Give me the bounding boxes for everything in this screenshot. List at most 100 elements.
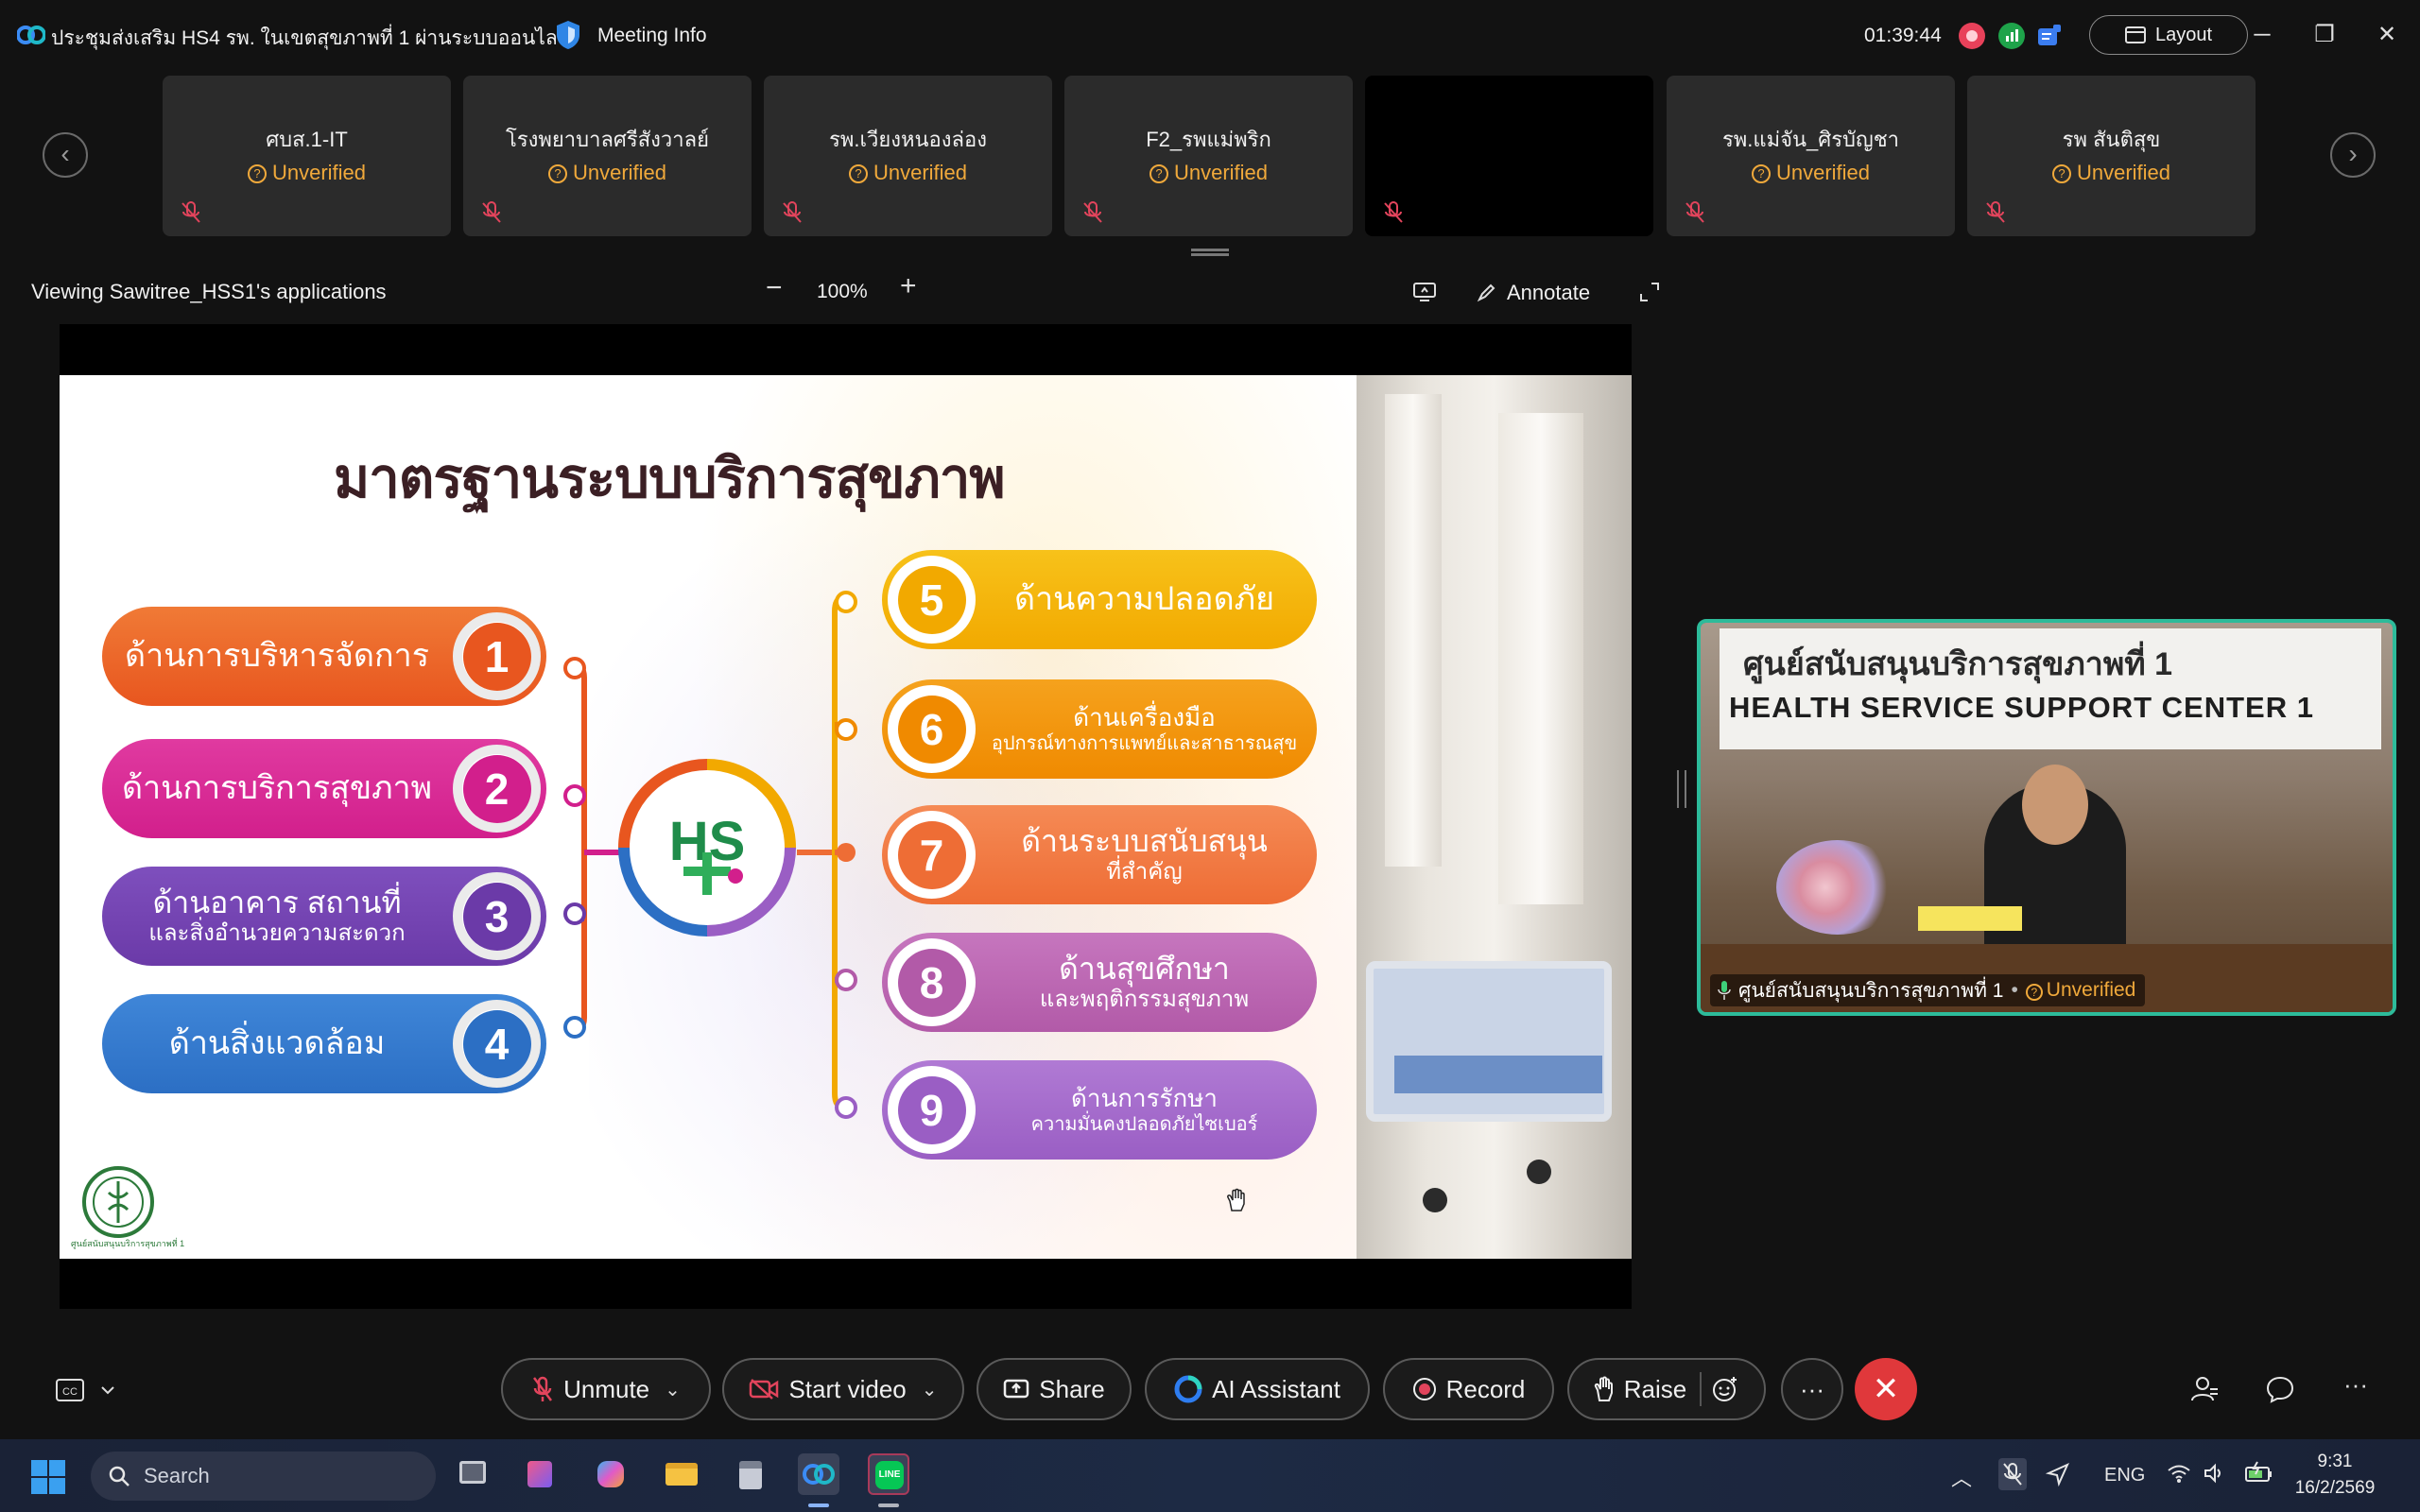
expand-icon[interactable] bbox=[1639, 282, 1660, 302]
wifi-icon[interactable] bbox=[2167, 1462, 2191, 1485]
question-icon: ? bbox=[247, 164, 267, 183]
zoom-level[interactable]: 100% bbox=[817, 281, 868, 303]
more-options-button[interactable]: ··· bbox=[1781, 1358, 1843, 1420]
standard-number: 2 bbox=[462, 754, 531, 823]
participant-tile[interactable]: โรงพยาบาลศรีสังวาลย์ ? Unverified bbox=[463, 76, 752, 236]
record-button[interactable]: Record bbox=[1383, 1358, 1554, 1420]
copilot-icon[interactable] bbox=[590, 1453, 631, 1495]
pen-icon bbox=[1477, 284, 1495, 302]
banner-thai-text: ศูนย์สนับสนุนบริการสุขภาพที่ 1 bbox=[1743, 646, 2173, 682]
title-bar: ประชุมส่งเสริม HS4 รพ. ในเขตสุขภาพที่ 1 … bbox=[0, 0, 2420, 74]
standard-item-title: ด้านการบริหารจัดการ bbox=[125, 637, 429, 674]
strip-resize-handle[interactable] bbox=[1191, 249, 1229, 256]
standard-number-badge: 5 bbox=[888, 556, 976, 644]
muted-mic-icon bbox=[1083, 201, 1102, 223]
unverified-badge: ? Unverified bbox=[1667, 161, 1955, 185]
muted-mic-icon bbox=[1685, 201, 1704, 223]
reactions-icon[interactable] bbox=[1711, 1375, 1739, 1403]
moph-emblem-icon bbox=[82, 1166, 154, 1238]
volume-icon[interactable] bbox=[2203, 1462, 2225, 1485]
meeting-info-link[interactable]: Meeting Info bbox=[597, 25, 707, 47]
question-icon: ? bbox=[547, 164, 567, 183]
ai-assistant-label: AI Assistant bbox=[1212, 1374, 1340, 1403]
start-video-button[interactable]: Start video ⌄ bbox=[722, 1358, 964, 1420]
flower-arrangement bbox=[1776, 840, 1899, 935]
webex-taskbar-icon[interactable] bbox=[798, 1453, 839, 1495]
input-language[interactable]: ENG bbox=[2104, 1465, 2145, 1486]
annotate-button[interactable]: Annotate bbox=[1507, 281, 1590, 305]
standard-number: 1 bbox=[462, 622, 531, 691]
chevron-down-icon[interactable]: ⌄ bbox=[922, 1378, 938, 1401]
ai-assistant-button[interactable]: AI Assistant bbox=[1145, 1358, 1370, 1420]
participant-tile[interactable]: รพ.เวียงหนองล่อง ? Unverified bbox=[764, 76, 1052, 236]
participants-icon[interactable] bbox=[2189, 1374, 2220, 1404]
standard-item-label: ด้านการบริหารจัดการ bbox=[121, 607, 433, 706]
standard-number: 3 bbox=[462, 882, 531, 951]
participant-tile[interactable]: ศบส.1-IT ? Unverified bbox=[163, 76, 451, 236]
question-icon: ? bbox=[848, 164, 868, 183]
unverified-badge: ? Unverified bbox=[463, 161, 752, 185]
standard-item-title: ด้านความปลอดภัย bbox=[1013, 581, 1274, 618]
standard-item-label: ด้านสิ่งแวดล้อม bbox=[121, 994, 433, 1093]
participant-tile[interactable]: รพ.แม่จัน_ศิรบัญชา ? Unverified bbox=[1667, 76, 1955, 236]
more-panels-icon[interactable]: ··· bbox=[2341, 1370, 2371, 1400]
share-button[interactable]: Share bbox=[977, 1358, 1132, 1420]
windows-start-icon[interactable] bbox=[30, 1459, 66, 1495]
mic-icon bbox=[1718, 981, 1731, 1000]
line-app-icon[interactable]: LINE bbox=[868, 1453, 909, 1495]
layout-label: Layout bbox=[2154, 24, 2213, 45]
standard-number-badge: 1 bbox=[453, 612, 541, 700]
strip-next-button[interactable]: › bbox=[2330, 132, 2376, 178]
close-icon[interactable]: ✕ bbox=[2373, 21, 2401, 49]
participant-name: รพ.เวียงหนองล่อง bbox=[829, 128, 987, 151]
calculator-icon[interactable] bbox=[730, 1453, 771, 1495]
standard-item-subtitle: อุปกรณ์ทางการแพทย์และสาธารณสุข bbox=[991, 733, 1298, 755]
layout-button[interactable]: Layout bbox=[2089, 15, 2248, 55]
hospital-ward-photo bbox=[1357, 375, 1632, 1259]
active-speaker-tile[interactable]: ศูนย์สนับสนุนบริการสุขภาพที่ 1 HEALTH SE… bbox=[1697, 619, 2396, 1016]
zoom-in-button[interactable]: + bbox=[900, 270, 917, 302]
close-icon: ✕ bbox=[1872, 1371, 1900, 1407]
active-app-indicator bbox=[808, 1503, 829, 1507]
snipping-tool-icon[interactable] bbox=[520, 1453, 562, 1495]
strip-prev-button[interactable]: ‹ bbox=[43, 132, 88, 178]
standard-item-title: ด้านระบบสนับสนุน bbox=[1021, 823, 1268, 858]
participant-name: ศบส.1-IT bbox=[266, 128, 348, 151]
hand-cursor-icon bbox=[1227, 1188, 1245, 1211]
mic-muted-tray-icon[interactable] bbox=[1998, 1458, 2027, 1490]
participant-tile[interactable]: F2_รพแม่พริก ? Unverified bbox=[1064, 76, 1353, 236]
unverified-badge: ? Unverified bbox=[163, 161, 451, 185]
restore-icon[interactable]: ❐ bbox=[2310, 21, 2339, 49]
leave-meeting-button[interactable]: ✕ bbox=[1855, 1358, 1917, 1420]
slido-icon[interactable] bbox=[2036, 23, 2063, 49]
chevron-down-icon[interactable]: ⌄ bbox=[665, 1378, 681, 1401]
shield-icon[interactable] bbox=[554, 19, 582, 51]
system-clock[interactable]: 9:31 16/2/2569 bbox=[2269, 1449, 2401, 1502]
zoom-out-button[interactable]: − bbox=[766, 272, 783, 304]
muted-mic-icon bbox=[533, 1376, 553, 1401]
closed-captions-button[interactable]: CC bbox=[55, 1376, 121, 1404]
raise-hand-button[interactable]: Raise bbox=[1567, 1358, 1766, 1420]
minimize-icon[interactable]: ─ bbox=[2248, 21, 2276, 49]
screen-share-options-icon[interactable] bbox=[1412, 282, 1437, 302]
network-stats-icon[interactable] bbox=[1998, 23, 2025, 49]
chat-icon[interactable] bbox=[2265, 1374, 2295, 1404]
taskbar-search[interactable]: Search bbox=[91, 1452, 436, 1501]
standard-item-label: ด้านระบบสนับสนุน ที่สำคัญ bbox=[986, 805, 1303, 904]
participant-tile[interactable]: รพ สันติสุข ? Unverified bbox=[1967, 76, 2256, 236]
file-explorer-icon[interactable] bbox=[660, 1453, 701, 1495]
location-icon[interactable] bbox=[2046, 1462, 2070, 1486]
unmute-button[interactable]: Unmute ⌄ bbox=[501, 1358, 711, 1420]
panel-resize-handle[interactable] bbox=[1677, 770, 1686, 808]
standard-item-subtitle: ที่สำคัญ bbox=[1106, 859, 1183, 885]
participant-name: รพ สันติสุข bbox=[2062, 128, 2161, 151]
participant-tile-video[interactable] bbox=[1365, 76, 1653, 236]
speaker-name: ศูนย์สนับสนุนบริการสุขภาพที่ 1 bbox=[1738, 979, 2004, 1002]
tray-overflow-icon[interactable]: ︿ bbox=[1951, 1462, 1972, 1492]
hs-logo-icon: HS bbox=[618, 759, 796, 936]
speaker-caption: ศูนย์สนับสนุนบริการสุขภาพที่ 1 • ? Unveri… bbox=[1710, 974, 2146, 1006]
question-icon: ? bbox=[1751, 164, 1771, 183]
standard-number-badge: 9 bbox=[888, 1066, 976, 1154]
raise-label: Raise bbox=[1623, 1374, 1687, 1403]
task-view-icon[interactable] bbox=[452, 1453, 493, 1495]
